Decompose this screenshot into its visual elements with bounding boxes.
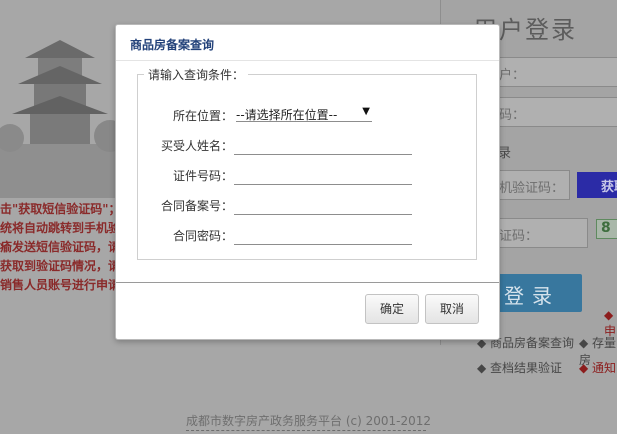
notice-link[interactable]: ◆ 通知 xyxy=(579,359,616,376)
archive-verify-link[interactable]: ◆ 查档结果验证 xyxy=(477,359,562,376)
get-sms-code-button[interactable]: 获取 xyxy=(577,172,617,198)
pagoda-image xyxy=(0,18,120,198)
archive-verify-label: 查档结果验证 xyxy=(490,361,563,375)
house-record-query-dialog: 商品房备案查询 请输入查询条件： 所在位置： --请选择所在位置-- ▼ 买受人… xyxy=(115,24,500,340)
login-button[interactable]: 登录 xyxy=(490,274,582,312)
contract-number-label: 合同备案号： xyxy=(160,199,233,213)
dialog-title-divider xyxy=(116,60,499,61)
id-number-input[interactable] xyxy=(234,167,412,185)
chevron-down-icon: ▼ xyxy=(362,106,370,117)
captcha-image[interactable]: 8 xyxy=(596,219,617,239)
contract-number-input[interactable] xyxy=(234,197,412,215)
footer-copyright: 成都市数字房产政务服务平台 (c) 2001-2012 xyxy=(186,414,431,428)
contract-password-input[interactable] xyxy=(234,227,412,245)
confirm-button[interactable]: 确定 xyxy=(365,294,419,324)
password-input[interactable]: 码： xyxy=(490,97,617,127)
dialog-footer-divider xyxy=(116,282,499,283)
username-input[interactable]: 户： xyxy=(490,57,617,87)
contract-password-label: 合同密码： xyxy=(172,229,233,243)
notice-text: 击"获取短信验证码"； 统将自动跳转到手机验 瘉发送短信验证码，请 获取到验证码… xyxy=(0,200,130,295)
cancel-button[interactable]: 取消 xyxy=(425,294,479,324)
id-number-label: 证件号码： xyxy=(172,169,233,183)
query-legend: 请输入查询条件： xyxy=(144,66,249,83)
sms-code-input[interactable]: 机验证码： xyxy=(490,170,570,200)
house-record-query-label: 商品房备案查询 xyxy=(490,336,575,350)
location-select[interactable]: --请选择所在位置-- ▼ xyxy=(236,106,372,122)
notice-link-label: 通知 xyxy=(592,361,617,375)
location-label: 所在位置： xyxy=(172,109,233,123)
notice-line: 获取到验证码情况，请 xyxy=(0,259,121,273)
notice-line: 击"获取短信验证码"； xyxy=(0,202,121,216)
buyer-name-label: 买受人姓名： xyxy=(160,139,233,153)
captcha-input[interactable]: 证码： xyxy=(490,218,588,248)
location-select-value: --请选择所在位置-- xyxy=(236,108,338,122)
notice-line: 瘉发送短信验证码，请 xyxy=(0,240,121,254)
dialog-title: 商品房备案查询 xyxy=(130,38,215,52)
notice-line: 销售人员账号进行申请 xyxy=(0,278,121,292)
buyer-name-input[interactable] xyxy=(234,137,412,155)
notice-line: 统将自动跳转到手机验 xyxy=(0,221,121,235)
footer-divider xyxy=(186,430,426,434)
